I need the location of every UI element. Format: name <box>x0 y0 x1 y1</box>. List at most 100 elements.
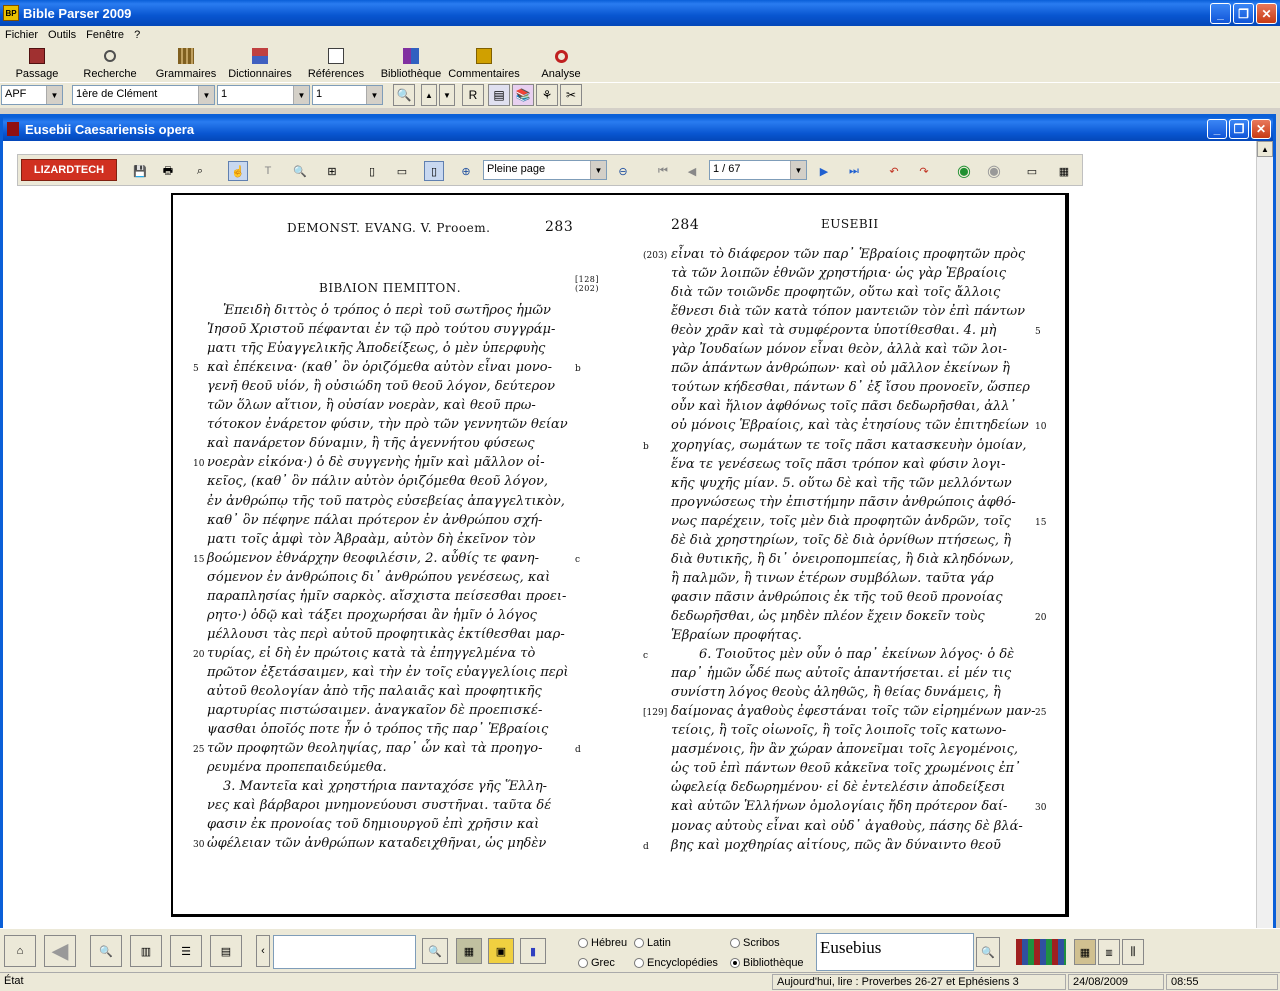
left-text-line: ματι τῆς Εὐαγγελικῆς Ἀποδείξεως, ὁ μὲν ὑ… <box>207 341 546 357</box>
analyse-button[interactable]: Analyse <box>540 44 582 80</box>
dictionnaires-button[interactable]: Dictionnaires <box>228 44 292 80</box>
right-text-line: ὡς τοῦ ἐπὶ πάντων θεοῦ κἀκεῖνα τοῖς χρωμ… <box>671 761 1021 777</box>
pillars-icon[interactable]: ⫼ <box>1122 939 1144 965</box>
last-page-icon[interactable]: ⏭ <box>844 161 864 181</box>
child-close-button[interactable]: ✕ <box>1251 119 1271 139</box>
r-button[interactable]: R <box>462 84 484 106</box>
marquee-icon[interactable]: ⊞ <box>322 161 342 181</box>
find-passage-button[interactable]: 🔍 <box>393 84 415 106</box>
bookshelf-icon[interactable] <box>1016 939 1066 965</box>
passage-button[interactable]: Passage <box>16 44 58 80</box>
menu-fenetre[interactable]: Fenêtre <box>81 29 129 41</box>
radio-bibliotheque[interactable]: Bibliothèque <box>730 957 804 969</box>
full-page-icon[interactable]: ▯ <box>424 161 444 181</box>
rotate-right-icon[interactable]: ↷ <box>914 161 934 181</box>
back-arrow-icon[interactable]: ◀ <box>44 935 76 967</box>
author-search-icon[interactable]: 🔍 <box>976 937 1000 967</box>
fit-width-icon[interactable]: ▭ <box>392 161 412 181</box>
right-text-line: τείοις, ἢ τοῖς οἰωνοῖς, ἢ τοῖς λοιποῖς τ… <box>671 723 1007 739</box>
rotate-left-icon[interactable]: ↶ <box>884 161 904 181</box>
hand-tool-icon[interactable]: ☝ <box>228 161 248 181</box>
collapse-left-icon[interactable]: ‹ <box>256 935 270 967</box>
margin-note: (203) <box>643 251 668 261</box>
restore-button[interactable]: ❐ <box>1233 3 1254 24</box>
print-icon[interactable]: 🖶 <box>158 161 178 181</box>
radio-hebreu[interactable]: Hébreu <box>578 937 627 949</box>
chevron-down-icon: ▼ <box>293 86 309 104</box>
margin-note: d <box>643 841 649 852</box>
recherche-button[interactable]: Recherche <box>82 44 138 80</box>
left-text-line: τῶν προφητῶν θεοληψίας, παρ᾽ ὧν καὶ τὰ π… <box>207 741 543 757</box>
tools-icon[interactable]: ✂ <box>560 84 582 106</box>
text-columns-icon[interactable]: ▥ <box>1098 939 1120 965</box>
status-time: 08:55 <box>1166 974 1278 990</box>
vertical-scrollbar[interactable]: ▲ ▼ <box>1256 141 1273 969</box>
version-select[interactable]: APF ▼ <box>1 85 63 105</box>
bar-chart-icon[interactable]: ▮ <box>520 938 546 964</box>
line-number: 25 <box>193 745 205 756</box>
next-page-icon[interactable]: ▶ <box>814 161 834 181</box>
menu-fichier[interactable]: Fichier <box>0 29 43 41</box>
grammaires-button[interactable]: Grammaires <box>156 44 216 80</box>
menu-help[interactable]: ? <box>129 29 145 41</box>
forward-icon[interactable]: ◉ <box>984 161 1004 181</box>
save-icon[interactable]: 💾 <box>130 161 150 181</box>
zoom-select[interactable]: Pleine page ▼ <box>483 160 607 180</box>
rows-view-icon[interactable]: ☰ <box>170 935 202 967</box>
zoom-tool-icon[interactable]: 🔍 <box>290 161 310 181</box>
references-button[interactable]: Références <box>306 44 366 80</box>
binoculars-icon[interactable]: ⌕ <box>190 161 210 181</box>
single-page-icon[interactable]: ▯ <box>362 161 382 181</box>
radio-grec[interactable]: Grec <box>578 957 615 969</box>
back-icon[interactable]: ◉ <box>954 161 974 181</box>
grid-view-icon[interactable]: ▦ <box>1054 161 1074 181</box>
menu-outils[interactable]: Outils <box>43 29 81 41</box>
spin-down-button[interactable]: ▼ <box>439 84 455 106</box>
zoom-out-icon[interactable]: ⊖ <box>613 161 633 181</box>
radio-encyclopedies[interactable]: Encyclopédies <box>634 957 718 969</box>
page-select[interactable]: 1 / 67 ▼ <box>709 160 807 180</box>
child-minimize-button[interactable]: _ <box>1207 119 1227 139</box>
radio-circle-icon <box>730 958 740 968</box>
scroll-up-icon[interactable]: ▲ <box>1257 141 1273 157</box>
search-zoom-icon[interactable]: 🔍 <box>90 935 122 967</box>
search-input[interactable] <box>273 935 416 969</box>
author-field[interactable]: Eusebius <box>816 933 974 971</box>
minimize-button[interactable]: _ <box>1210 3 1231 24</box>
verse-select[interactable]: 1 ▼ <box>312 85 383 105</box>
bibliotheque-button[interactable]: Bibliothèque <box>380 44 442 80</box>
spin-up-button[interactable]: ▲ <box>421 84 437 106</box>
grid-icon[interactable]: ▦ <box>456 938 482 964</box>
chevron-down-icon: ▼ <box>46 86 62 104</box>
home-icon[interactable]: ⌂ <box>4 935 36 967</box>
first-page-icon[interactable]: ⏮ <box>653 161 673 181</box>
left-text-line: γενῆ θεοῦ υἱόν, ἢ οὐσιώδη τοῦ θεοῦ λόγον… <box>207 379 555 395</box>
left-text-line: πρῶτον ἐξετάσαιμεν, καὶ τὴν ἐν τοῖς εὐαγ… <box>207 664 569 680</box>
book-select[interactable]: 1ère de Clément ▼ <box>72 85 215 105</box>
text-tool-icon[interactable]: ▤ <box>488 84 510 106</box>
thumbnails-icon[interactable]: ▭ <box>1022 161 1042 181</box>
books-stack-icon[interactable]: 📚 <box>512 84 534 106</box>
books-icon <box>178 48 194 64</box>
search-icon[interactable]: 🔍 <box>422 938 448 964</box>
radio-latin[interactable]: Latin <box>634 937 671 949</box>
radio-scribos[interactable]: Scribos <box>730 937 780 949</box>
margin-note: [129] <box>643 708 668 719</box>
columns-view-icon[interactable]: ▥ <box>130 935 162 967</box>
right-text-line: οὐ μόνοις Ἑβραίοις, καὶ τὰς ἐτησίους τῶν… <box>671 418 1029 434</box>
tree-icon[interactable]: ⚘ <box>536 84 558 106</box>
commentaires-button[interactable]: Commentaires <box>448 44 520 80</box>
table-icon[interactable]: ▣ <box>488 938 514 964</box>
close-button[interactable]: ✕ <box>1256 3 1277 24</box>
text-select-icon[interactable]: T <box>258 161 278 181</box>
app-title: Bible Parser 2009 <box>23 5 132 21</box>
child-restore-button[interactable]: ❐ <box>1229 119 1249 139</box>
prev-page-icon[interactable]: ◀ <box>682 161 702 181</box>
left-text-line: καὶ ἐπέκεινα· (καθ᾽ ὃν ὁριζόμεθα αὐτὸν ε… <box>207 360 552 376</box>
right-text-line: δαίμονας ἀγαθοὺς ἐφεστάναι τοῖς τῶν εἰρη… <box>671 704 1036 720</box>
pages-view-icon[interactable]: ▤ <box>210 935 242 967</box>
zoom-in-icon[interactable]: ⊕ <box>456 161 476 181</box>
chart-grid-icon[interactable]: ▦ <box>1074 939 1096 965</box>
radio-circle-icon <box>634 938 644 948</box>
chapter-select[interactable]: 1 ▼ <box>217 85 310 105</box>
